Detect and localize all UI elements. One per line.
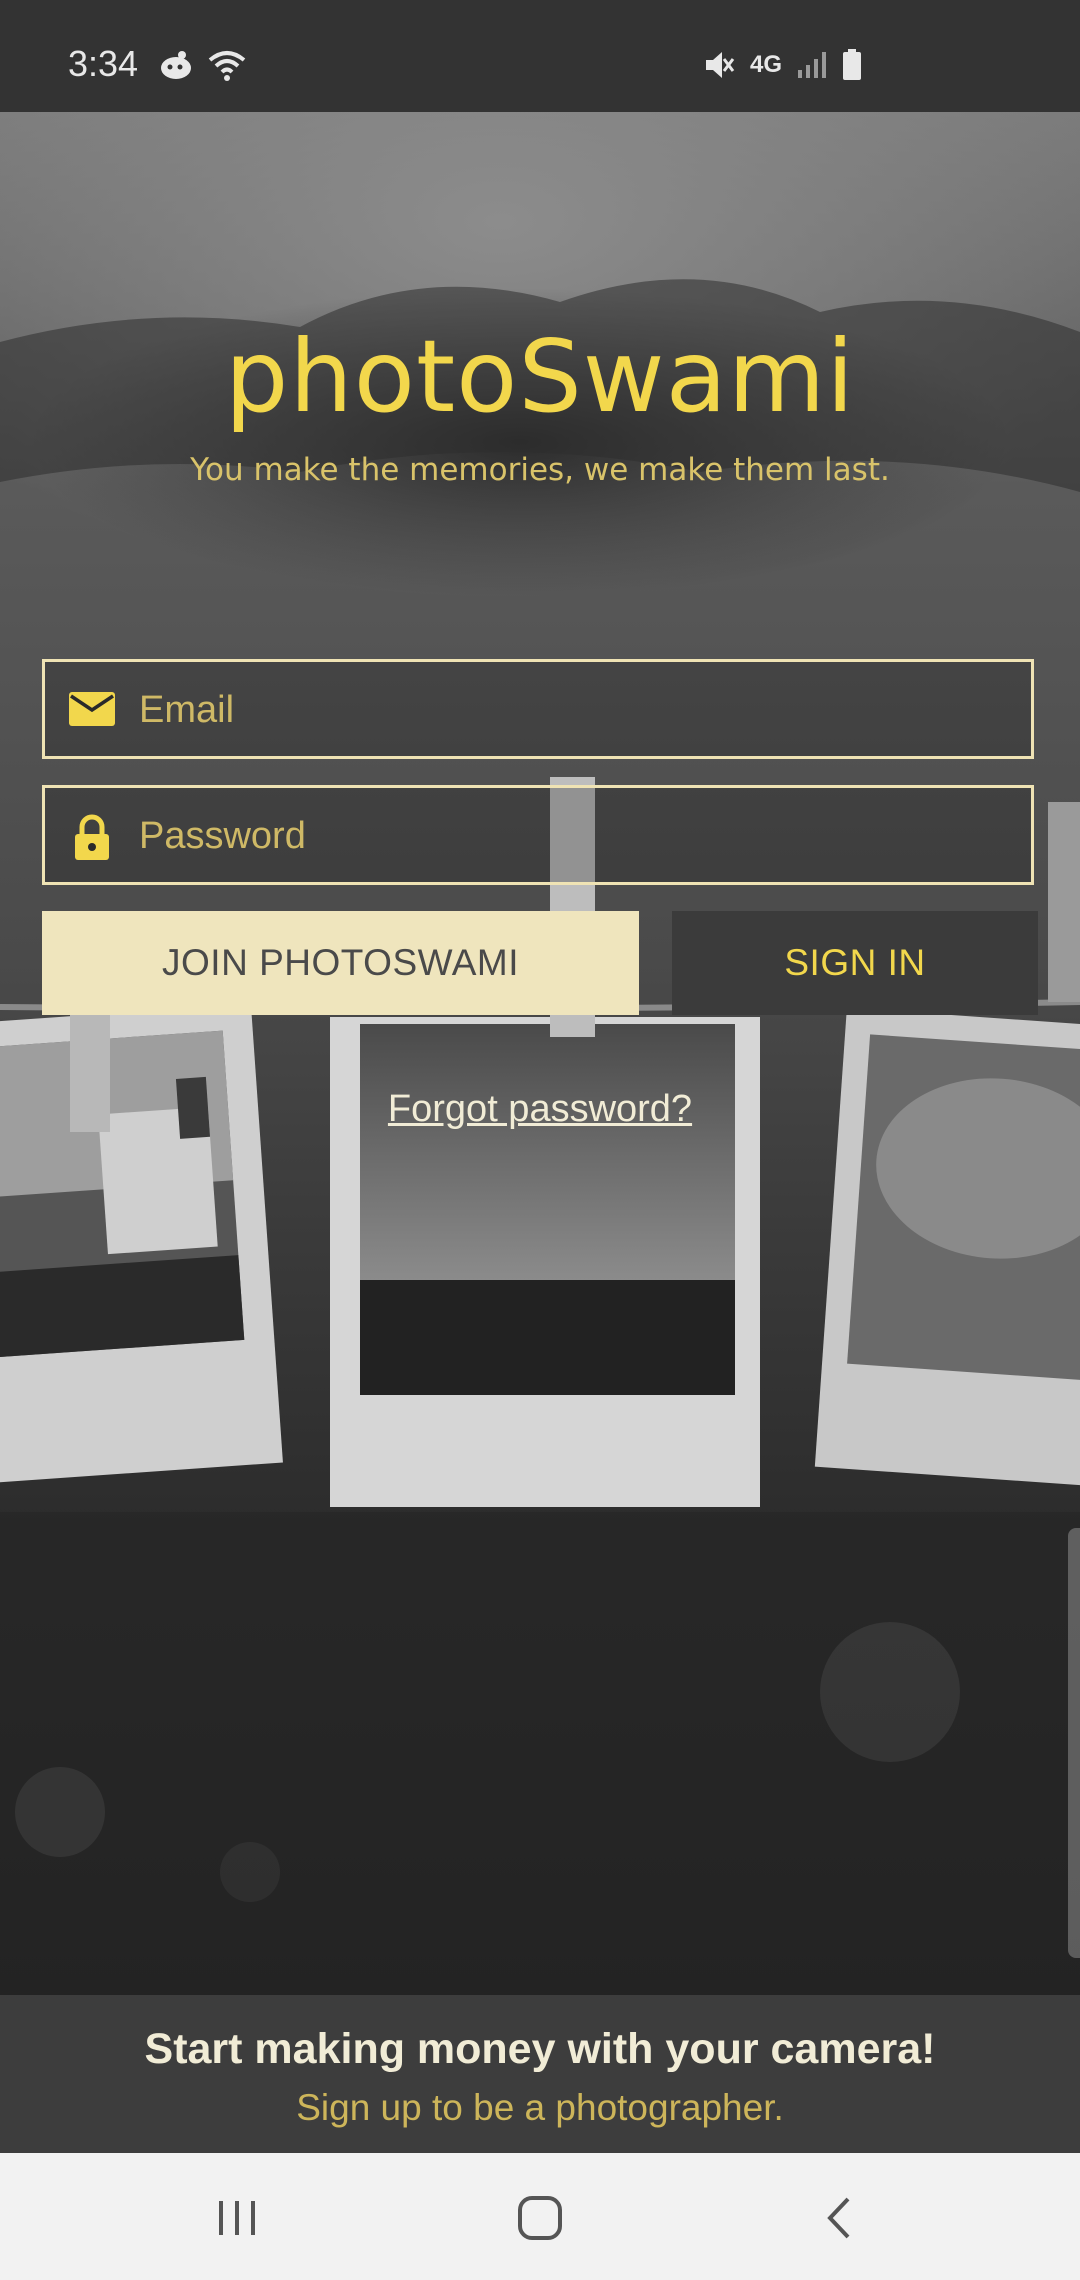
password-field[interactable] — [42, 785, 1034, 885]
forgot-password-link[interactable]: Forgot password? — [0, 1088, 1080, 1131]
promo-subtitle[interactable]: Sign up to be a photographer. — [0, 2087, 1080, 2129]
email-field[interactable] — [42, 659, 1034, 759]
back-icon[interactable] — [810, 2193, 870, 2243]
lock-icon — [67, 814, 117, 867]
app-logo: photoSwami — [224, 318, 856, 435]
email-input[interactable] — [137, 662, 1021, 758]
app-notification-icon — [158, 48, 194, 82]
join-button[interactable]: JOIN PHOTOSWAMI — [42, 911, 639, 1015]
system-nav-bar — [0, 2153, 1080, 2280]
battery-icon — [842, 49, 862, 81]
mute-icon — [702, 48, 736, 82]
signal-icon — [796, 50, 828, 80]
photographer-signup-banner[interactable]: Start making money with your camera! Sig… — [0, 1995, 1080, 2153]
edge-panel-handle[interactable] — [1068, 1528, 1080, 1958]
status-time: 3:34 — [68, 43, 139, 84]
wifi-icon — [208, 48, 246, 82]
app-tagline: You make the memories, we make them last… — [190, 452, 890, 488]
home-icon[interactable] — [510, 2193, 570, 2243]
sign-in-button[interactable]: SIGN IN — [672, 911, 1038, 1015]
status-bar: 3:34 4G — [0, 0, 1080, 112]
recents-icon[interactable] — [207, 2193, 267, 2243]
promo-title: Start making money with your camera! — [144, 2025, 936, 2073]
password-input[interactable] — [137, 788, 1021, 884]
envelope-icon — [67, 688, 117, 735]
login-screen: 3:34 4G photoSwami You make the memories… — [0, 0, 1080, 2280]
network-type-icon: 4G — [749, 51, 782, 78]
